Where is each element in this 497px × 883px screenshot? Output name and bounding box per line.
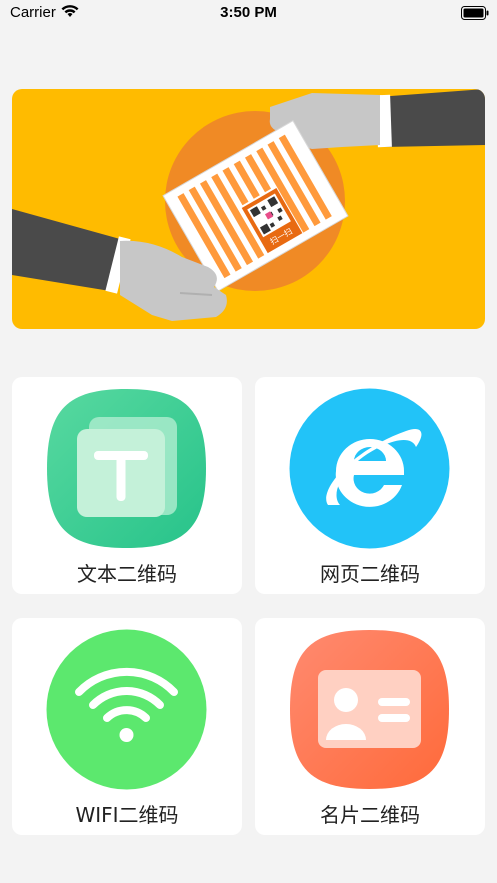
clock: 3:50 PM	[220, 4, 277, 21]
business-card-qrcode-label: 名片二维码	[320, 803, 420, 827]
text-qrcode-label: 文本二维码	[77, 562, 177, 586]
web-qrcode-card[interactable]: 网页二维码	[255, 377, 485, 594]
battery-icon	[461, 5, 489, 24]
banner-illustration: 扫一扫	[12, 89, 485, 329]
wifi-icon	[46, 629, 207, 790]
text-icon	[47, 389, 206, 548]
web-qrcode-label: 网页二维码	[320, 562, 420, 586]
wifi-qrcode-label: WIFI二维码	[75, 803, 179, 827]
ie-browser-icon	[289, 388, 450, 549]
business-card-icon	[290, 630, 449, 789]
status-bar: Carrier 3:50 PM	[0, 0, 497, 26]
business-card-qrcode-card[interactable]: 名片二维码	[255, 618, 485, 835]
wifi-qrcode-card[interactable]: WIFI二维码	[12, 618, 242, 835]
text-qrcode-card[interactable]: 文本二维码	[12, 377, 242, 594]
